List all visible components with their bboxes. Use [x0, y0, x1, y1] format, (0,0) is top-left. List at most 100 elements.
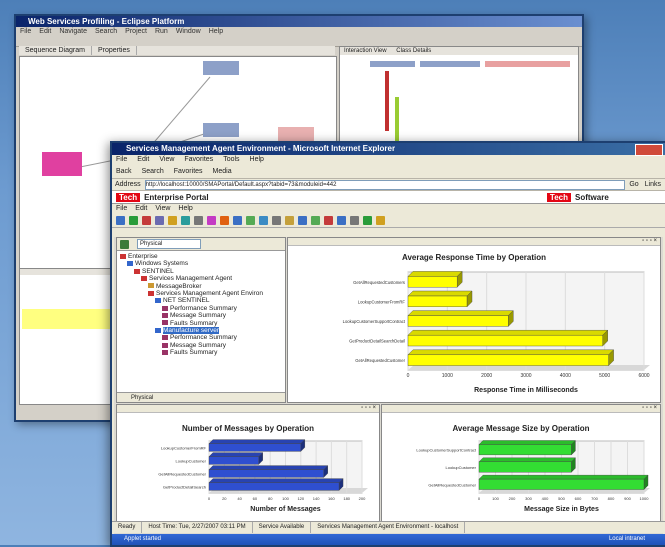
tree-item[interactable]: SENTINEL — [120, 268, 285, 275]
eclipse-menu-item-5[interactable]: Run — [155, 28, 168, 35]
ie-menu-item-3[interactable]: Favorites — [184, 156, 213, 163]
diagram-node[interactable] — [203, 123, 239, 137]
ie-menu-item-5[interactable]: Help — [250, 156, 264, 163]
bar-face — [407, 295, 468, 307]
tree-item[interactable]: Faults Summary — [120, 349, 285, 356]
toolbar-icon-8[interactable] — [220, 215, 229, 225]
x-tick-label: 80 — [268, 496, 273, 501]
tab-properties[interactable]: Properties — [92, 46, 137, 55]
category-label: GetAllRequestedCustomer — [428, 482, 476, 487]
toolbar-icon-14[interactable] — [298, 215, 307, 225]
portal-title: Enterprise Portal — [144, 192, 209, 202]
list-selection[interactable] — [22, 309, 110, 329]
portal-menu-item-1[interactable]: Edit — [135, 205, 147, 212]
diagram-node[interactable] — [42, 152, 82, 176]
tree-footer-tab[interactable]: Physical — [117, 392, 285, 402]
ie-toolbar-button-2[interactable]: Favorites — [174, 168, 203, 175]
eclipse-menu-item-2[interactable]: Navigate — [59, 28, 87, 35]
toolbar-icon-3[interactable] — [155, 215, 164, 225]
portal-menu-item-0[interactable]: File — [116, 205, 127, 212]
bar-top — [407, 310, 514, 316]
tree-item[interactable]: NET SENTINEL — [120, 297, 285, 304]
view-select[interactable]: Physical — [137, 239, 201, 249]
toolbar-icon-11[interactable] — [259, 215, 268, 225]
bar — [208, 465, 329, 478]
ie-menu-item-2[interactable]: View — [159, 156, 174, 163]
eclipse-menu-item-4[interactable]: Project — [125, 28, 147, 35]
web-service-list-panel[interactable] — [19, 268, 116, 405]
eclipse-menu-item-3[interactable]: Search — [95, 28, 117, 35]
portal-menu-item-2[interactable]: View — [155, 205, 170, 212]
toolbar-icon-6[interactable] — [194, 215, 203, 225]
ie-menu-item-4[interactable]: Tools — [223, 156, 239, 163]
tree-item[interactable]: Performance Summary — [120, 334, 285, 341]
taskbar: Applet started Local intranet — [112, 534, 665, 545]
links-label[interactable]: Links — [645, 181, 661, 188]
bar — [407, 310, 514, 327]
panel-controls[interactable]: ▫ ▫ ▫ × — [288, 238, 660, 246]
toolbar-icon-7[interactable] — [207, 215, 216, 225]
x-tick-label: 40 — [237, 496, 242, 501]
bar-face — [208, 469, 324, 478]
toolbar-icon-1[interactable] — [129, 215, 138, 225]
ie-menu-item-0[interactable]: File — [116, 156, 127, 163]
toolbar-icon-4[interactable] — [168, 215, 177, 225]
panel-controls[interactable]: ▫ ▫ ▫ × — [382, 405, 660, 413]
ie-toolbar-button-0[interactable]: Back — [116, 168, 132, 175]
resource-tree[interactable]: Enterprise Windows Systems SENTINEL Service… — [117, 251, 285, 357]
ie-menu-item-1[interactable]: Edit — [137, 156, 149, 163]
x-tick-label: 6000 — [638, 373, 649, 379]
tab-sequence-diagram[interactable]: Sequence Diagram — [19, 46, 92, 55]
toolbar-icon-9[interactable] — [233, 215, 242, 225]
tree-header: Physical — [117, 238, 285, 251]
diagram-node[interactable] — [203, 61, 239, 75]
go-button[interactable]: Go — [629, 181, 638, 188]
tree-item[interactable]: Manufacture server — [120, 327, 285, 335]
toolbar-icon-12[interactable] — [272, 215, 281, 225]
bar — [478, 457, 576, 473]
eclipse-menu-item-0[interactable]: File — [20, 28, 31, 35]
tree-node-icon — [141, 276, 147, 281]
tab-interaction-view[interactable]: Interaction View — [340, 48, 391, 54]
tab-class-details[interactable]: Class Details — [392, 48, 435, 54]
toolbar-icon-2[interactable] — [142, 215, 151, 225]
x-tick-label: 300 — [525, 496, 532, 501]
eclipse-menu-item-1[interactable]: Edit — [39, 28, 51, 35]
toolbar-icon-19[interactable] — [363, 215, 372, 225]
tree-item[interactable]: Message Summary — [120, 312, 285, 319]
bar-face — [478, 444, 572, 456]
eclipse-menu-item-6[interactable]: Window — [176, 28, 201, 35]
toolbar-icon-13[interactable] — [285, 215, 294, 225]
toolbar-icon-20[interactable] — [376, 215, 385, 225]
ie-menu: File Edit View Favorites Tools Help — [112, 155, 665, 165]
portal-menu-item-3[interactable]: Help — [178, 205, 192, 212]
toolbar-icon-17[interactable] — [337, 215, 346, 225]
ie-toolbar-button-3[interactable]: Media — [213, 168, 232, 175]
tree-item[interactable]: Message Summary — [120, 342, 285, 349]
toolbar-icon-10[interactable] — [246, 215, 255, 225]
tree-item[interactable]: Windows Systems — [120, 260, 285, 267]
tree-item[interactable]: Enterprise — [120, 253, 285, 260]
x-tick-label: 900 — [624, 496, 631, 501]
toolbar-icon-5[interactable] — [181, 215, 190, 225]
x-tick-label: 60 — [253, 496, 258, 501]
category-label: GetProductDetailSearch — [163, 485, 206, 490]
tree-item[interactable]: Services Management Agent Environ — [120, 290, 285, 297]
tree-item[interactable]: MessageBroker — [120, 283, 285, 290]
tree-item[interactable]: Performance Summary — [120, 305, 285, 312]
ie-toolbar-button-1[interactable]: Search — [142, 168, 164, 175]
address-input[interactable]: http://localhost:10000/SMAPortal/Default… — [144, 179, 626, 190]
tree-item[interactable]: Faults Summary — [120, 320, 285, 327]
toolbar-icon-16[interactable] — [324, 215, 333, 225]
toolbar-icon-0[interactable] — [116, 215, 125, 225]
portal-right-label: Software — [575, 192, 609, 202]
close-icon[interactable] — [635, 144, 663, 156]
toolbar-icon-15[interactable] — [311, 215, 320, 225]
bar-top — [407, 349, 615, 356]
tree-item[interactable]: Services Management Agent — [120, 275, 285, 282]
refresh-icon[interactable] — [120, 239, 129, 249]
portal-header: Tech Enterprise Portal Tech Software — [112, 191, 665, 204]
toolbar-icon-18[interactable] — [350, 215, 359, 225]
eclipse-menu-item-7[interactable]: Help — [209, 28, 223, 35]
panel-controls[interactable]: ▫ ▫ ▫ × — [117, 405, 379, 413]
